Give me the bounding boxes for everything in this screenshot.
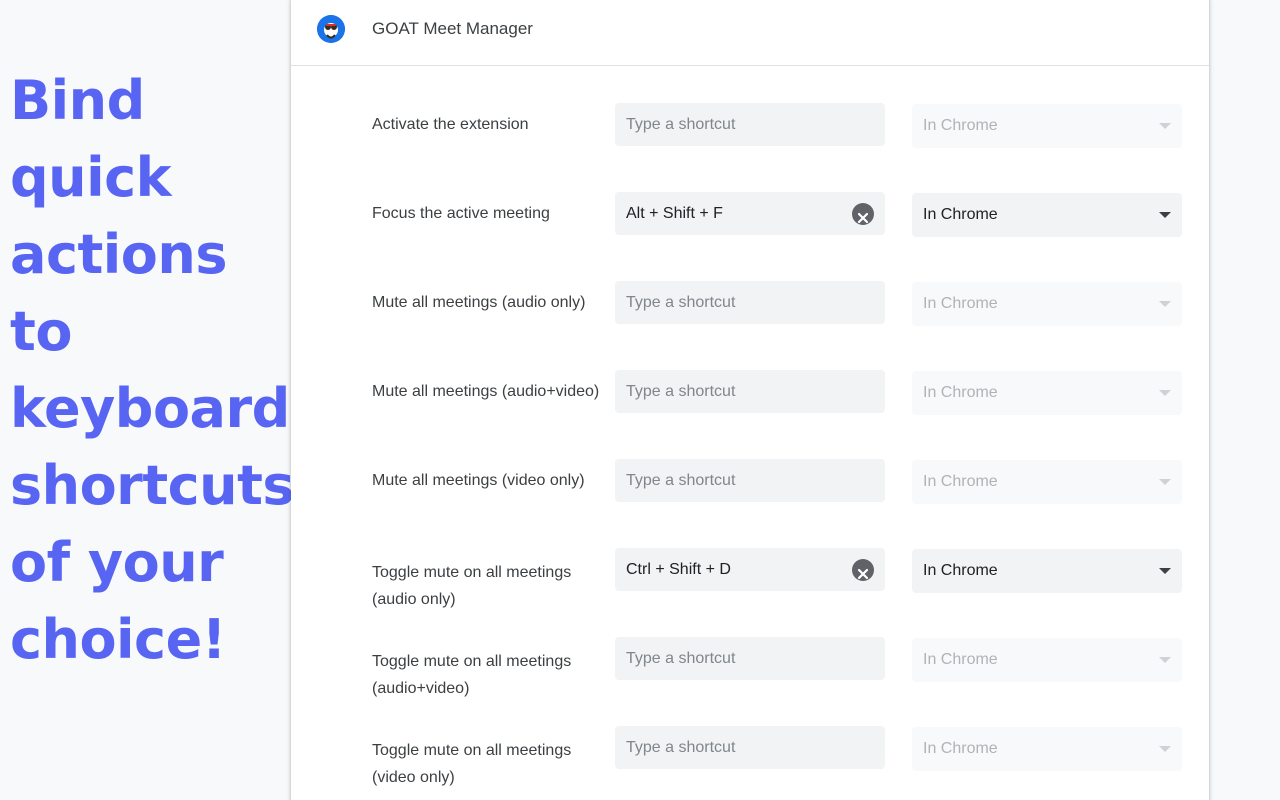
shortcut-value: Ctrl + Shift + D	[626, 561, 731, 578]
shortcut-input[interactable]: Type a shortcut	[615, 637, 885, 680]
shortcut-label: Activate the extension	[372, 116, 529, 133]
shortcut-input[interactable]: Type a shortcut	[615, 103, 885, 146]
shortcut-input[interactable]: Alt + Shift + F	[615, 192, 885, 235]
shortcut-label: Focus the active meeting	[372, 205, 550, 222]
chevron-down-icon	[1159, 123, 1171, 129]
shortcut-placeholder: Type a shortcut	[626, 472, 736, 489]
chevron-down-icon	[1159, 657, 1171, 663]
shortcut-placeholder: Type a shortcut	[626, 294, 736, 311]
shortcut-row: Mute all meetings (audio only) Type a sho…	[291, 281, 1209, 326]
scope-select: In Chrome	[912, 460, 1182, 504]
scope-value: In Chrome	[923, 740, 998, 757]
shortcut-placeholder: Type a shortcut	[626, 383, 736, 400]
chevron-down-icon	[1159, 479, 1171, 485]
shortcut-placeholder: Type a shortcut	[626, 739, 736, 756]
shortcut-placeholder: Type a shortcut	[626, 116, 736, 133]
promo-line: Bind	[10, 69, 145, 132]
shortcut-row: Focus the active meeting Alt + Shift + F I…	[291, 192, 1209, 237]
scope-value: In Chrome	[923, 562, 998, 579]
clear-shortcut-icon[interactable]	[852, 559, 874, 581]
goat-logo-icon	[317, 15, 345, 43]
promo-line: choice!	[10, 608, 226, 671]
shortcut-label: Toggle mute on all meetings (video only)	[372, 742, 572, 786]
scope-select[interactable]: In Chrome	[912, 193, 1182, 237]
shortcut-row: Mute all meetings (audio+video) Type a sh…	[291, 370, 1209, 415]
chevron-down-icon	[1159, 746, 1171, 752]
shortcut-input[interactable]: Ctrl + Shift + D	[615, 548, 885, 591]
shortcut-label: Toggle mute on all meetings (audio+video…	[372, 653, 572, 697]
chevron-down-icon	[1159, 212, 1171, 218]
shortcut-label: Mute all meetings (audio only)	[372, 294, 586, 311]
scope-select: In Chrome	[912, 371, 1182, 415]
shortcuts-card: GOAT Meet Manager Activate the extension…	[291, 0, 1209, 800]
scope-select[interactable]: In Chrome	[912, 549, 1182, 593]
shortcut-row: Toggle mute on all meetings (video only)…	[291, 726, 1209, 786]
shortcut-input[interactable]: Type a shortcut	[615, 370, 885, 413]
promo-headline: Bind quick actions to keyboard shortcuts…	[10, 62, 295, 678]
scope-value: In Chrome	[923, 206, 998, 223]
shortcut-label: Toggle mute on all meetings (audio only)	[372, 564, 572, 608]
promo-line: keyboard	[10, 377, 290, 440]
shortcut-row: Activate the extension Type a shortcut In …	[291, 103, 1209, 148]
promo-line: of your	[10, 531, 224, 594]
shortcut-input[interactable]: Type a shortcut	[615, 281, 885, 324]
shortcut-row: Toggle mute on all meetings (audio+video…	[291, 637, 1209, 697]
promo-line: quick	[10, 146, 172, 209]
scope-select: In Chrome	[912, 727, 1182, 771]
scope-select: In Chrome	[912, 638, 1182, 682]
shortcut-placeholder: Type a shortcut	[626, 650, 736, 667]
scope-select: In Chrome	[912, 104, 1182, 148]
shortcut-row: Toggle mute on all meetings (audio only)…	[291, 548, 1209, 608]
chevron-down-icon	[1159, 390, 1171, 396]
scope-value: In Chrome	[923, 117, 998, 134]
chevron-down-icon	[1159, 568, 1171, 574]
shortcut-input[interactable]: Type a shortcut	[615, 726, 885, 769]
shortcut-label: Mute all meetings (video only)	[372, 472, 585, 489]
promo-line: shortcuts	[10, 454, 295, 517]
scope-value: In Chrome	[923, 295, 998, 312]
shortcut-input[interactable]: Type a shortcut	[615, 459, 885, 502]
scope-value: In Chrome	[923, 473, 998, 490]
extension-title: GOAT Meet Manager	[372, 19, 533, 38]
shortcut-value: Alt + Shift + F	[626, 205, 723, 222]
card-header: GOAT Meet Manager	[291, 0, 1209, 66]
scope-value: In Chrome	[923, 651, 998, 668]
clear-shortcut-icon[interactable]	[852, 203, 874, 225]
chevron-down-icon	[1159, 301, 1171, 307]
shortcut-label: Mute all meetings (audio+video)	[372, 383, 600, 400]
scope-select: In Chrome	[912, 282, 1182, 326]
shortcut-row: Mute all meetings (video only) Type a sho…	[291, 459, 1209, 504]
scope-value: In Chrome	[923, 384, 998, 401]
promo-line: actions to	[10, 223, 227, 363]
